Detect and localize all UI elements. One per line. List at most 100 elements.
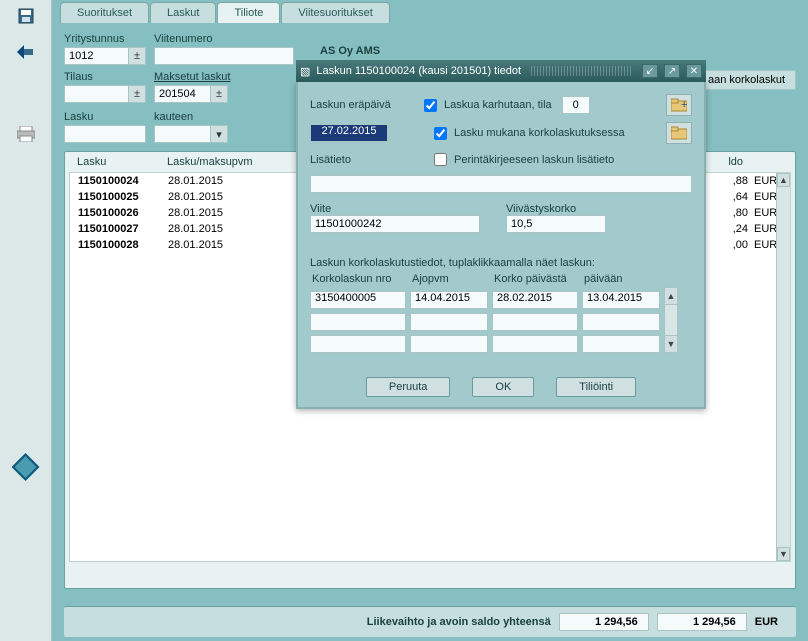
tilaus-input[interactable] [64, 85, 128, 103]
tab-bar: Suoritukset Laskut Tiliote Viitesuorituk… [52, 2, 808, 23]
viitenumero-input[interactable] [154, 47, 294, 65]
cell-lasku: 1150100028 [78, 239, 168, 251]
grid-cell[interactable] [582, 335, 660, 353]
folder-add-icon[interactable]: + [666, 94, 692, 116]
grid-cell[interactable] [310, 335, 406, 353]
kauteen-combo[interactable]: ▾ [154, 125, 228, 143]
list-head-lasku: Lasku [77, 156, 167, 168]
dlg-row-viite: Viite Viivästyskorko [310, 203, 692, 233]
yritystunnus-input[interactable] [64, 47, 128, 65]
grid-cell[interactable] [410, 313, 488, 331]
dlg-row-erapaiva2: 27.02.2015 Lasku mukana korkolaskutukses… [310, 122, 692, 144]
grid-cell[interactable] [582, 313, 660, 331]
cell-pvm: 28.01.2015 [168, 175, 258, 187]
filter-tilaus: Tilaus ± [64, 71, 146, 103]
grid-cell[interactable]: 13.04.2015 [582, 291, 660, 309]
folder-open-icon[interactable] [666, 122, 692, 144]
yritystunnus-lookup-icon[interactable]: ± [128, 47, 146, 65]
filter-lasku: Lasku [64, 111, 146, 143]
list-head-cur [743, 156, 783, 168]
maksetut-lookup-icon[interactable]: ± [210, 85, 228, 103]
print-icon[interactable] [16, 124, 36, 144]
cell-lasku: 1150100025 [78, 191, 168, 203]
viite-input[interactable] [310, 215, 480, 233]
grid-scroll-track[interactable] [664, 305, 678, 335]
grid-head-ajopvm: Ajopvm [410, 273, 488, 287]
chk-korkolaskutus-input[interactable] [434, 127, 447, 140]
footer: Liikevaihto ja avoin saldo yhteensä 1 29… [64, 606, 796, 637]
grid-cell[interactable]: 14.04.2015 [410, 291, 488, 309]
grid-scroll-down-icon[interactable]: ▼ [664, 335, 678, 353]
chk-karhutaan[interactable]: Laskua karhutaan, tila [420, 96, 552, 115]
grid-head-nro: Korkolaskun nro [310, 273, 406, 287]
dlg-row-erapaiva: Laskun eräpäivä Laskua karhutaan, tila + [310, 94, 692, 116]
list-scrollbar[interactable]: ▲ ▼ [776, 173, 790, 561]
tilaus-lookup-icon[interactable]: ± [128, 85, 146, 103]
grid-head-loppu: päivään [582, 273, 660, 287]
minimize-icon[interactable]: ↙ [642, 64, 658, 78]
dlg-row-lisatieto: Lisätieto Perintäkirjeeseen laskun lisät… [310, 150, 692, 169]
tab-suoritukset[interactable]: Suoritukset [60, 2, 149, 23]
lisatieto-input[interactable] [310, 175, 692, 193]
chk-perinta[interactable]: Perintäkirjeeseen laskun lisätieto [430, 150, 614, 169]
footer-total2: 1 294,56 [657, 613, 747, 631]
grid-scroll-up-icon[interactable]: ▲ [664, 287, 678, 305]
footer-total1: 1 294,56 [559, 613, 649, 631]
viite-label: Viite [310, 203, 496, 215]
grid-cell[interactable]: 28.02.2015 [492, 291, 578, 309]
tilaus-combo[interactable]: ± [64, 85, 146, 103]
maksetut-input[interactable] [154, 85, 210, 103]
grid-cell[interactable] [492, 335, 578, 353]
grid-cell[interactable] [410, 335, 488, 353]
grid: Korkolaskun nro 3150400005 Ajopvm 14.04.… [310, 273, 692, 353]
dialog-titlebar[interactable]: ▧ Laskun 1150100024 (kausi 201501) tiedo… [296, 60, 706, 82]
dialog: ▧ Laskun 1150100024 (kausi 201501) tiedo… [296, 82, 706, 409]
kauteen-label: kauteen [154, 111, 228, 123]
chk-perinta-label: Perintäkirjeeseen laskun lisätieto [454, 154, 614, 166]
tiliointi-button[interactable]: Tiliöinti [556, 377, 636, 397]
save-icon[interactable] [16, 6, 36, 26]
grid-cell[interactable] [492, 313, 578, 331]
yritystunnus-combo[interactable]: ± [64, 47, 146, 65]
back-icon[interactable] [16, 42, 36, 62]
close-icon[interactable]: ✕ [686, 64, 702, 78]
dialog-icon: ▧ [300, 65, 310, 78]
viivastyskorko-label: Viivästyskorko [506, 203, 692, 215]
cell-lasku: 1150100024 [78, 175, 168, 187]
filter-viitenumero: Viitenumero [154, 33, 294, 65]
chk-korkolaskutus-label: Lasku mukana korkolaskutuksessa [454, 127, 625, 139]
chk-perinta-input[interactable] [434, 153, 447, 166]
kauteen-input[interactable] [154, 125, 210, 143]
viivastyskorko-input[interactable] [506, 215, 606, 233]
chk-karhutaan-label: Laskua karhutaan, tila [444, 99, 552, 111]
scroll-up-icon[interactable]: ▲ [777, 173, 790, 187]
maksetut-label[interactable]: Maksetut laskut [154, 71, 230, 83]
grid-cell[interactable] [310, 313, 406, 331]
tab-laskut[interactable]: Laskut [150, 2, 216, 23]
tilaus-label: Tilaus [64, 71, 146, 83]
erapaiva-value[interactable]: 27.02.2015 [310, 124, 388, 142]
korkolaskut-button[interactable]: aan korkolaskut [697, 70, 796, 90]
maksetut-combo[interactable]: ± [154, 85, 230, 103]
list-head-pvm: Lasku/maksupvm [167, 156, 257, 168]
dialog-buttons: Peruuta OK Tiliöinti [310, 377, 692, 397]
cell-pvm: 28.01.2015 [168, 223, 258, 235]
lasku-filter-input[interactable] [64, 125, 146, 143]
scroll-down-icon[interactable]: ▼ [777, 547, 790, 561]
ok-button[interactable]: OK [472, 377, 534, 397]
svg-text:+: + [681, 99, 687, 111]
tab-viitesuoritukset[interactable]: Viitesuoritukset [281, 2, 389, 23]
kauteen-dropdown-icon[interactable]: ▾ [210, 125, 228, 143]
viitenumero-label: Viitenumero [154, 33, 294, 45]
cancel-button[interactable]: Peruuta [366, 377, 451, 397]
dialog-title-text: Laskun 1150100024 (kausi 201501) tiedot [316, 65, 521, 77]
grid-cell[interactable]: 3150400005 [310, 291, 406, 309]
tab-tiliote[interactable]: Tiliote [217, 2, 280, 23]
maximize-icon[interactable]: ↗ [664, 64, 680, 78]
chk-karhutaan-input[interactable] [424, 99, 437, 112]
chk-korkolaskutus[interactable]: Lasku mukana korkolaskutuksessa [430, 124, 625, 143]
karhutaan-value[interactable] [562, 96, 590, 114]
filter-maksetut: Maksetut laskut ± [154, 71, 230, 103]
grid-scrollbar[interactable]: ▲ ▼ [664, 273, 678, 353]
title-spacer [531, 66, 632, 76]
